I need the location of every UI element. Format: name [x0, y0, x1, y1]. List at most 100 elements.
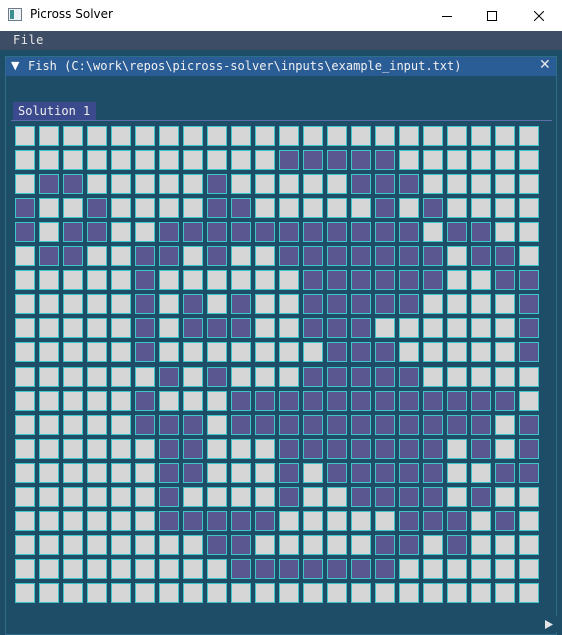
grid-cell-empty: [495, 342, 515, 362]
grid-cell-empty: [471, 559, 491, 579]
grid-cell-empty: [399, 583, 419, 603]
grid-cell-filled: [423, 487, 443, 507]
grid-cell-filled: [207, 318, 227, 338]
grid-cell-filled: [183, 415, 203, 435]
grid-cell-filled: [375, 487, 395, 507]
grid-cell-empty: [111, 342, 131, 362]
grid-cell-empty: [255, 246, 275, 266]
grid-cell-filled: [327, 367, 347, 387]
grid-cell-filled: [279, 391, 299, 411]
grid-cell-filled: [255, 222, 275, 242]
grid-cell-empty: [471, 511, 491, 531]
grid-cell-empty: [111, 294, 131, 314]
grid-cell-empty: [15, 415, 35, 435]
grid-cell-filled: [303, 391, 323, 411]
grid-cell-filled: [399, 367, 419, 387]
grid-cell-empty: [351, 198, 371, 218]
grid-cell-filled: [495, 246, 515, 266]
menu-file[interactable]: File: [13, 33, 44, 47]
grid-cell-filled: [495, 511, 515, 531]
grid-cell-filled: [447, 535, 467, 555]
grid-cell-empty: [423, 318, 443, 338]
grid-cell-empty: [135, 367, 155, 387]
scroll-right-button[interactable]: [541, 616, 557, 632]
grid-cell-filled: [399, 535, 419, 555]
grid-cell-filled: [15, 198, 35, 218]
grid-cell-empty: [15, 318, 35, 338]
grid-cell-empty: [183, 126, 203, 146]
grid-cell-empty: [279, 174, 299, 194]
grid-cell-empty: [519, 222, 539, 242]
grid-cell-empty: [255, 487, 275, 507]
grid-cell-empty: [63, 511, 83, 531]
grid-cell-filled: [375, 150, 395, 170]
grid-cell-empty: [255, 294, 275, 314]
grid-cell-empty: [135, 583, 155, 603]
grid-cell-empty: [303, 583, 323, 603]
grid-cell-filled: [183, 318, 203, 338]
grid-cell-empty: [15, 294, 35, 314]
grid-cell-empty: [39, 222, 59, 242]
grid-cell-filled: [519, 294, 539, 314]
close-button[interactable]: [516, 0, 562, 31]
grid-cell-filled: [303, 415, 323, 435]
grid-cell-empty: [207, 150, 227, 170]
grid-cell-empty: [111, 535, 131, 555]
tab-solution-1[interactable]: Solution 1: [13, 102, 97, 120]
grid-cell-empty: [159, 342, 179, 362]
grid-cell-empty: [471, 463, 491, 483]
grid-cell-empty: [135, 487, 155, 507]
grid-cell-empty: [495, 535, 515, 555]
grid-cell-filled: [159, 511, 179, 531]
grid-cell-filled: [159, 222, 179, 242]
grid-cell-empty: [159, 583, 179, 603]
grid-cell-filled: [279, 415, 299, 435]
grid-cell-empty: [183, 150, 203, 170]
solution-grid: [13, 124, 543, 605]
grid-cell-filled: [231, 559, 251, 579]
panel-close-icon[interactable]: ✕: [539, 57, 551, 73]
grid-cell-filled: [63, 174, 83, 194]
collapse-arrow-icon[interactable]: ▼: [11, 59, 19, 72]
grid-cell-empty: [423, 559, 443, 579]
grid-cell-empty: [87, 511, 107, 531]
grid-cell-empty: [39, 270, 59, 290]
grid-cell-empty: [495, 583, 515, 603]
grid-cell-filled: [279, 439, 299, 459]
grid-cell-empty: [135, 174, 155, 194]
grid-cell-filled: [519, 318, 539, 338]
grid-cell-empty: [255, 150, 275, 170]
grid-cell-filled: [303, 559, 323, 579]
grid-cell-filled: [231, 415, 251, 435]
grid-cell-filled: [231, 511, 251, 531]
grid-cell-filled: [159, 439, 179, 459]
grid-cell-empty: [39, 415, 59, 435]
grid-cell-empty: [15, 246, 35, 266]
grid-cell-empty: [87, 270, 107, 290]
grid-cell-empty: [207, 439, 227, 459]
grid-cell-filled: [135, 391, 155, 411]
grid-cell-filled: [159, 246, 179, 266]
grid-cell-empty: [183, 270, 203, 290]
grid-cell-filled: [423, 511, 443, 531]
grid-cell-empty: [87, 174, 107, 194]
grid-cell-empty: [471, 583, 491, 603]
grid-cell-empty: [423, 342, 443, 362]
maximize-button[interactable]: [469, 0, 515, 31]
grid-cell-empty: [135, 463, 155, 483]
grid-cell-empty: [207, 342, 227, 362]
grid-cell-empty: [399, 559, 419, 579]
minimize-button[interactable]: [424, 0, 470, 31]
grid-cell-filled: [63, 222, 83, 242]
grid-cell-empty: [255, 583, 275, 603]
grid-cell-filled: [351, 150, 371, 170]
grid-cell-empty: [111, 559, 131, 579]
grid-cell-empty: [471, 270, 491, 290]
grid-cell-empty: [519, 367, 539, 387]
grid-cell-filled: [351, 367, 371, 387]
grid-cell-empty: [471, 318, 491, 338]
grid-cell-empty: [63, 294, 83, 314]
grid-cell-empty: [447, 583, 467, 603]
grid-cell-filled: [303, 150, 323, 170]
grid-cell-empty: [231, 270, 251, 290]
